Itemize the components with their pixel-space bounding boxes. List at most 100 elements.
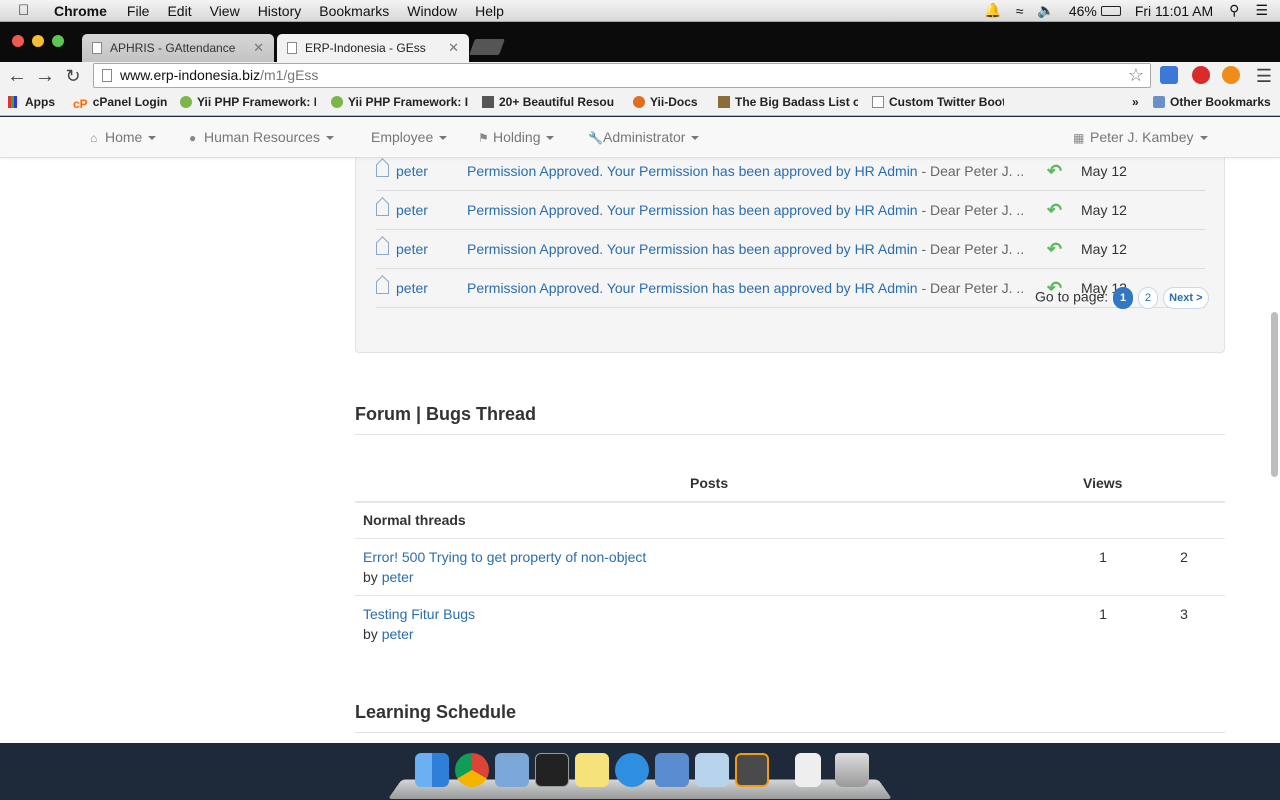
close-window-button[interactable]: [12, 35, 24, 47]
chrome-menu-icon[interactable]: ☰: [1252, 64, 1276, 88]
back-arrow-icon[interactable]: ←: [5, 64, 29, 88]
message-subject[interactable]: Permission Approved. Your Permission has…: [467, 230, 1024, 268]
bookmarks-bar: Apps cP cPanel Login Yii PHP Framework: I…: [0, 90, 1280, 116]
bookmarks-overflow-chevron-icon[interactable]: »: [1132, 95, 1139, 109]
itunes-icon[interactable]: [615, 753, 649, 787]
nav-user-menu[interactable]: ▦ Peter J. Kambey: [1073, 117, 1208, 158]
apple-menu-icon[interactable]: : [18, 2, 40, 19]
nav-home[interactable]: ⌂ Home: [90, 117, 157, 158]
sublime-text-icon[interactable]: [735, 753, 769, 787]
bookmark-cpanel[interactable]: cP cPanel Login: [73, 95, 173, 109]
message-sender[interactable]: peter: [396, 269, 428, 307]
zoom-window-button[interactable]: [52, 35, 64, 47]
tab-close-icon[interactable]: ✕: [448, 34, 459, 62]
nav-administrator[interactable]: 🔧Administrator: [588, 117, 700, 158]
bookmark-label: The Big Badass List o: [735, 95, 858, 109]
nav-human-resources[interactable]: ● Human Resources: [189, 117, 334, 158]
new-tab-button[interactable]: [469, 39, 505, 55]
macos-dock: [388, 750, 892, 800]
menu-bookmarks[interactable]: Bookmarks: [319, 3, 389, 19]
notes-icon[interactable]: [575, 753, 609, 787]
tab-erp-indonesia[interactable]: ERP-Indonesia - GEss ✕: [277, 34, 469, 62]
message-row[interactable]: peter Permission Approved. Your Permissi…: [376, 191, 1205, 230]
chrome-tab-strip: APHRIS - GAttendance ✕ ERP-Indonesia - G…: [0, 22, 1280, 62]
mail-app-icon[interactable]: [495, 753, 529, 787]
menubar-clock[interactable]: Fri 11:01 AM: [1135, 3, 1213, 19]
message-sender[interactable]: peter: [396, 191, 428, 229]
reload-icon[interactable]: ↻: [61, 64, 85, 88]
adblock-extension-icon[interactable]: [1192, 66, 1210, 84]
chrome-icon[interactable]: [455, 753, 489, 787]
thread-title-link[interactable]: Testing Fitur Bugs: [363, 606, 475, 622]
tab-title: ERP-Indonesia - GEss: [305, 41, 426, 55]
battery-percent[interactable]: 46%: [1069, 3, 1097, 19]
nav-holding[interactable]: ⚑ Holding: [478, 117, 555, 158]
sql-file-icon[interactable]: [795, 753, 821, 787]
thread-views-count: 2: [1180, 549, 1188, 565]
tab-aphris[interactable]: APHRIS - GAttendance ✕: [82, 34, 274, 62]
nav-employee[interactable]: Employee: [371, 117, 448, 158]
page-icon: [92, 42, 102, 54]
next-page-button[interactable]: Next >: [1162, 287, 1209, 309]
menu-help[interactable]: Help: [475, 3, 504, 19]
spotlight-search-icon[interactable]: ⚲: [1229, 2, 1239, 19]
volume-icon[interactable]: 🔈: [1037, 2, 1054, 19]
message-subject[interactable]: Permission Approved. Your Permission has…: [467, 269, 1024, 307]
bookmark-yii-1[interactable]: Yii PHP Framework: I: [180, 95, 316, 109]
virtualbox-icon[interactable]: [655, 753, 689, 787]
thread-title-link[interactable]: Error! 500 Trying to get property of non…: [363, 549, 646, 565]
message-row[interactable]: peter Permission Approved. Your Permissi…: [376, 230, 1205, 269]
bookmark-yii-docs[interactable]: Yii-Docs: [633, 95, 705, 109]
bookmark-label: cPanel Login: [92, 95, 168, 109]
page-2-button[interactable]: 2: [1137, 287, 1158, 309]
thread-author-link[interactable]: peter: [382, 626, 414, 642]
menu-file[interactable]: File: [127, 3, 150, 19]
reply-icon[interactable]: ↶: [1047, 191, 1062, 229]
thread-views-count: 3: [1180, 606, 1188, 622]
bookmark-other[interactable]: Other Bookmarks: [1153, 95, 1271, 109]
translate-extension-icon[interactable]: [1160, 66, 1178, 84]
bookmark-label: Other Bookmarks: [1170, 95, 1271, 109]
forward-arrow-icon[interactable]: →: [33, 64, 57, 88]
nav-label: Holding: [493, 129, 541, 145]
minimize-window-button[interactable]: [32, 35, 44, 47]
address-bar[interactable]: www.erp-indonesia.biz/m1/gEss ☆: [93, 63, 1151, 88]
notification-bell-icon[interactable]: 🔔: [984, 2, 1001, 19]
notification-center-icon[interactable]: ☰: [1255, 2, 1268, 19]
message-subject[interactable]: Permission Approved. Your Permission has…: [467, 191, 1024, 229]
page-1-button[interactable]: 1: [1113, 287, 1134, 309]
bookmark-beautiful-resources[interactable]: 20+ Beautiful Resou: [482, 95, 617, 109]
trash-icon[interactable]: [835, 753, 869, 787]
menu-edit[interactable]: Edit: [167, 3, 191, 19]
subject-text: Permission Approved. Your Permission has…: [467, 280, 918, 296]
bookmark-apps[interactable]: Apps: [8, 95, 55, 109]
menu-view[interactable]: View: [210, 3, 240, 19]
by-label: by: [363, 626, 378, 642]
bookmark-star-icon[interactable]: ☆: [1128, 64, 1144, 87]
bookmark-yii-2[interactable]: Yii PHP Framework: I: [331, 95, 468, 109]
thread-author-link[interactable]: peter: [382, 569, 414, 585]
page-scrollbar[interactable]: [1271, 312, 1278, 477]
message-date: May 12: [1081, 241, 1127, 257]
tab-close-icon[interactable]: ✕: [253, 34, 264, 62]
bookmark-custom-twitter[interactable]: Custom Twitter Boot: [872, 95, 1004, 109]
firebug-extension-icon[interactable]: [1222, 66, 1240, 84]
wifi-icon[interactable]: ≈: [1016, 3, 1024, 19]
badass-list-icon: [718, 96, 730, 108]
bookmark-label: Apps: [25, 95, 55, 109]
menu-history[interactable]: History: [258, 3, 302, 19]
home-icon: ⌂: [90, 131, 98, 145]
bookmark-badass-list[interactable]: The Big Badass List o: [718, 95, 858, 109]
menu-window[interactable]: Window: [407, 3, 457, 19]
page-info-icon[interactable]: [102, 69, 112, 82]
menu-app-name[interactable]: Chrome: [54, 3, 107, 19]
message-sender[interactable]: peter: [396, 230, 428, 268]
yii-icon: [331, 96, 343, 108]
cube-app-icon[interactable]: [695, 753, 729, 787]
divider: [355, 501, 1225, 503]
finder-icon[interactable]: [415, 753, 449, 787]
reply-icon[interactable]: ↶: [1047, 230, 1062, 268]
battery-icon[interactable]: [1100, 5, 1121, 16]
terminal-icon[interactable]: [535, 753, 569, 787]
caret-down-icon: [546, 136, 555, 140]
